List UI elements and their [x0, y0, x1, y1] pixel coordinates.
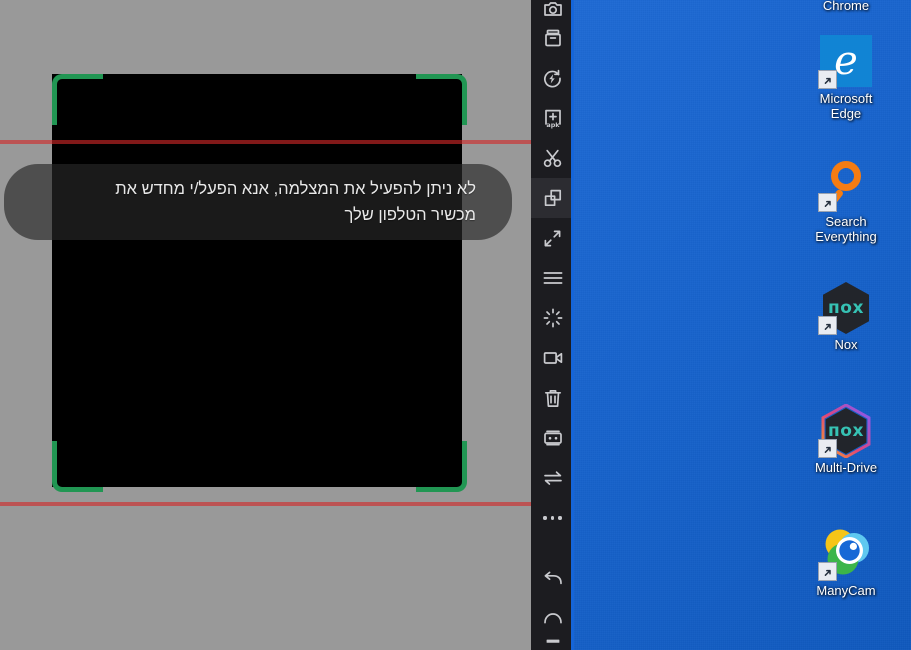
desktop-icon-manycam[interactable]: ManyCam — [791, 527, 901, 598]
desktop-icon-label: Microsoft Edge — [819, 91, 873, 121]
scan-bracket-bottom-left — [52, 441, 103, 492]
desktop-icon-label: Search Everything — [815, 214, 877, 244]
toolbar-item-clean-up[interactable] — [531, 378, 574, 418]
menu-icon — [543, 272, 562, 284]
more-dots-icon — [543, 516, 562, 520]
recents-icon — [546, 639, 559, 643]
screen-root: לא ניתן להפעיל את המצלמה, אנא הפעל/י מחד… — [0, 0, 911, 650]
fullscreen-icon — [544, 230, 561, 246]
shortcut-overlay-icon — [818, 316, 837, 335]
toolbar-item-brightness[interactable] — [531, 298, 574, 338]
camera-preview[interactable] — [52, 74, 462, 487]
multi-window-icon — [544, 189, 561, 207]
desktop-icon-label: Chrome — [822, 0, 870, 13]
toolbar-item-file-transfer[interactable] — [531, 458, 574, 498]
transfer-icon — [543, 471, 562, 485]
restart-icon — [543, 69, 561, 87]
toolbar-item-home[interactable] — [531, 598, 574, 638]
desktop-icon-label: ManyCam — [816, 583, 876, 598]
scissors-icon — [543, 149, 562, 167]
toolbar-item-recents[interactable] — [531, 638, 574, 650]
toolbar-item-keyboard-control[interactable] — [531, 418, 574, 458]
scan-bracket-top-left — [52, 74, 103, 125]
toolbar-item-record-screen[interactable] — [531, 338, 574, 378]
toolbar-divider — [531, 538, 574, 558]
toolbar-item-fullscreen[interactable] — [531, 218, 574, 258]
box-archive-icon — [544, 29, 561, 47]
desktop-icon-label: Nox — [834, 337, 858, 352]
toolbar-item-restart[interactable] — [531, 58, 574, 98]
scan-bracket-bottom-right — [416, 441, 467, 492]
svg-text:apk: apk — [546, 121, 560, 129]
home-icon — [543, 613, 562, 624]
toolbar-item-more[interactable] — [531, 498, 574, 538]
nox-icon: ᴨox — [818, 281, 872, 335]
trash-icon — [544, 389, 561, 407]
desktop-icon-multi-drive[interactable]: ᴨox Multi-Drive — [791, 404, 901, 475]
emulator-toolbar[interactable]: apk — [531, 0, 574, 650]
toolbar-item-menu[interactable] — [531, 258, 574, 298]
shortcut-overlay-icon — [818, 70, 837, 89]
toolbar-item-shared-folder[interactable] — [531, 18, 574, 58]
toolbar-item-back[interactable] — [531, 558, 574, 598]
emulator-stage: לא ניתן להפעיל את המצלמה, אנא הפעל/י מחד… — [0, 0, 531, 650]
scan-bracket-top-right — [416, 74, 467, 125]
toolbar-item-cut[interactable] — [531, 138, 574, 178]
camera-error-toast: לא ניתן להפעיל את המצלמה, אנא הפעל/י מחד… — [4, 164, 512, 240]
screenshot-icon — [543, 2, 562, 16]
desktop-icon-search-everything[interactable]: Search Everything — [791, 158, 901, 244]
manycam-icon — [818, 527, 872, 581]
windows-desktop[interactable]: Chrome e Microsoft Edge Search Everythin… — [574, 0, 911, 650]
shortcut-overlay-icon — [818, 562, 837, 581]
desktop-icon-label: Multi-Drive — [814, 460, 878, 475]
toolbar-item-install-apk[interactable]: apk — [531, 98, 574, 138]
edge-icon: e — [818, 35, 872, 89]
record-video-icon — [543, 352, 562, 364]
nox-multidrive-icon: ᴨox — [818, 404, 872, 458]
toast-message: לא ניתן להפעיל את המצלמה, אנא הפעל/י מחד… — [115, 180, 476, 224]
install-apk-icon: apk — [544, 109, 561, 129]
toolbar-item-multi-window[interactable] — [531, 178, 574, 218]
gamepad-icon — [543, 430, 562, 446]
desktop-icon-microsoft-edge[interactable]: e Microsoft Edge — [791, 35, 901, 121]
back-arrow-icon — [544, 571, 562, 585]
shortcut-overlay-icon — [818, 439, 837, 458]
shortcut-overlay-icon — [818, 193, 837, 212]
brightness-icon — [543, 308, 562, 328]
desktop-icon-chrome[interactable]: Chrome — [791, 0, 901, 13]
search-everything-icon — [818, 158, 872, 212]
toolbar-item-screenshot[interactable] — [531, 0, 574, 18]
desktop-icon-nox[interactable]: ᴨox Nox — [791, 281, 901, 352]
